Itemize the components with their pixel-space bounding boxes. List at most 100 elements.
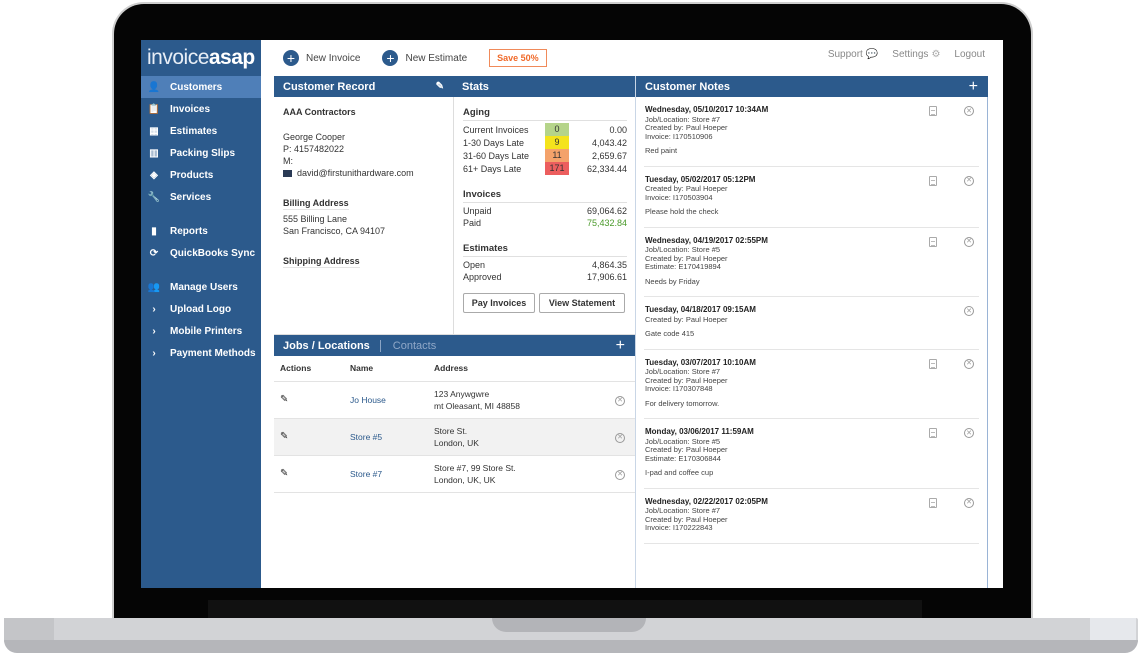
delete-note-icon[interactable]: ✕	[964, 306, 974, 316]
sidebar-item-upload-logo[interactable]: › Upload Logo	[141, 298, 261, 320]
sidebar-item-products[interactable]: ◈ Products	[141, 164, 261, 186]
sidebar-item-manage-users[interactable]: 👥 Manage Users	[141, 276, 261, 298]
delete-note-icon[interactable]: ✕	[964, 497, 974, 508]
delete-note-icon[interactable]: ✕	[964, 106, 974, 116]
note-date: Tuesday, 04/18/2017 09:15AM	[645, 305, 756, 314]
remove-circle-icon[interactable]: ✕	[615, 395, 625, 406]
approved-row: Approved 17,906.61	[463, 271, 627, 283]
paid-row: Paid 75,432.84	[463, 217, 627, 229]
aging-amount: 0.00	[609, 124, 627, 135]
job-name-cell: Store #7	[350, 455, 434, 493]
document-icon[interactable]	[929, 358, 937, 369]
approved-label: Approved	[463, 272, 502, 282]
customer-record-title-wrap: Customer Record ✎	[274, 81, 454, 93]
gear-icon: ⚙	[931, 48, 941, 60]
app-logo[interactable]: invoice asap	[141, 40, 261, 76]
paid-label: Paid	[463, 218, 482, 228]
edit-pencil-icon[interactable]: ✎	[280, 468, 288, 480]
sidebar-item-payment-methods[interactable]: › Payment Methods	[141, 342, 261, 364]
sidebar-item-reports[interactable]: ▮ Reports	[141, 220, 261, 242]
sidebar-item-quickbooks-sync[interactable]: ⟳ QuickBooks Sync	[141, 242, 261, 264]
col-actions: Actions	[274, 356, 350, 382]
open-row: Open 4,864.35	[463, 259, 627, 271]
note-text: I-pad and coffee cup	[645, 468, 714, 477]
note-meta-line: Invoice: I170503904	[645, 192, 713, 202]
sidebar-item-mobile-printers[interactable]: › Mobile Printers	[141, 320, 261, 342]
aging-count-badge: 171	[545, 162, 569, 175]
customer-details: AAA Contractors George Cooper P: 4157482…	[274, 97, 454, 334]
jobs-tabs: Jobs / Locations Contacts	[283, 339, 436, 352]
document-icon[interactable]	[929, 428, 937, 438]
app-screen: invoice asap 👤 Customers 📋 Invoices ▦ Estimate…	[141, 40, 1003, 588]
edit-pencil-icon[interactable]: ✎	[280, 431, 288, 443]
job-address-line1: 123 Anywgwre	[434, 388, 490, 399]
notes-list[interactable]: Wednesday, 05/10/2017 10:34AM Job/Locatio…	[636, 97, 988, 588]
sidebar-item-label: Manage Users	[170, 281, 238, 293]
view-statement-button[interactable]: View Statement	[539, 293, 625, 313]
aging-amount: 62,334.44	[586, 163, 627, 174]
tab-jobs-locations[interactable]: Jobs / Locations	[283, 340, 370, 352]
job-remove-cell: ✕	[605, 418, 635, 456]
document-icon[interactable]	[929, 497, 937, 508]
laptop-notch	[492, 618, 646, 632]
support-label: Support	[827, 48, 863, 60]
col-address: Address	[434, 356, 605, 382]
jobs-table: Actions Name Address ✎ Jo House 123 Anywgw…	[274, 356, 635, 493]
remove-circle-icon[interactable]: ✕	[615, 432, 625, 443]
email-link[interactable]: david@firstunithardware.com	[297, 168, 414, 178]
aging-row: 31-60 Days Late 11 2,659.67	[463, 149, 627, 162]
document-icon[interactable]	[929, 236, 937, 247]
settings-link[interactable]: Settings ⚙	[892, 49, 940, 60]
sidebar-item-customers[interactable]: 👤 Customers	[141, 76, 261, 98]
job-address-line2: London, UK, UK	[434, 474, 496, 485]
sidebar-item-estimates[interactable]: ▦ Estimates	[141, 120, 261, 142]
logout-link[interactable]: Logout	[954, 49, 985, 60]
tab-contacts[interactable]: Contacts	[393, 340, 436, 352]
job-name-link[interactable]: Jo House	[350, 395, 386, 405]
sidebar-item-label: Upload Logo	[170, 303, 232, 315]
chevron-right-icon: ›	[152, 347, 156, 359]
sidebar-item-packing-slips[interactable]: ▥ Packing Slips	[141, 142, 261, 164]
aging-list: Current Invoices 0 0.00 1-30 Days Late 9 4,04…	[463, 123, 627, 175]
sidebar-item-services[interactable]: 🔧 Services	[141, 186, 261, 208]
add-note-plus-icon[interactable]: +	[969, 78, 978, 96]
col-name: Name	[350, 356, 434, 382]
remove-circle-icon[interactable]: ✕	[615, 469, 625, 480]
note-meta-line: Invoice: I170510906	[645, 131, 713, 141]
note-text: Red paint	[645, 146, 678, 155]
new-estimate-button[interactable]: + New Estimate	[382, 50, 467, 66]
edit-pencil-icon[interactable]: ✎	[280, 394, 288, 406]
stats-actions: Pay Invoices View Statement	[463, 293, 627, 313]
sidebar-item-label: Estimates	[170, 125, 218, 137]
laptop-base-edge-right	[1090, 618, 1136, 640]
sidebar-item-label: Packing Slips	[170, 147, 236, 159]
note-item: Wednesday, 04/19/2017 02:55PM Job/Locatio…	[644, 228, 979, 297]
support-link[interactable]: Support 💬	[828, 49, 878, 60]
pay-invoices-button[interactable]: Pay Invoices	[463, 293, 535, 313]
document-icon[interactable]	[929, 175, 937, 186]
save-50-badge[interactable]: Save 50%	[489, 49, 547, 67]
job-name-link[interactable]: Store #7	[350, 469, 382, 479]
company-name: AAA Contractors	[283, 107, 356, 117]
aging-amount: 2,659.67	[591, 150, 627, 161]
aging-amount: 4,043.42	[591, 137, 627, 148]
delete-note-icon[interactable]: ✕	[964, 358, 974, 369]
email-row: david@firstunithardware.com	[283, 167, 444, 179]
aging-row: 61+ Days Late 171 62,334.44	[463, 162, 627, 175]
job-name-link[interactable]: Store #5	[350, 432, 382, 442]
col-remove	[605, 356, 635, 382]
add-job-plus-icon[interactable]: +	[616, 337, 625, 355]
packing-slips-icon: ▥	[149, 147, 159, 159]
job-address-line2: London, UK	[434, 437, 479, 448]
job-row: ✎ Store #5 Store St. London, UK ✕	[274, 418, 635, 456]
delete-note-icon[interactable]: ✕	[964, 236, 974, 247]
job-actions-cell: ✎	[274, 455, 350, 493]
delete-note-icon[interactable]: ✕	[964, 175, 974, 186]
delete-note-icon[interactable]: ✕	[964, 428, 974, 438]
job-row: ✎ Store #7 Store #7, 99 Store St. London, U…	[274, 455, 635, 493]
sidebar-item-invoices[interactable]: 📋 Invoices	[141, 98, 261, 120]
new-invoice-button[interactable]: + New Invoice	[283, 50, 360, 66]
edit-pencil-icon[interactable]: ✎	[436, 81, 444, 92]
note-meta-line: Invoice: I170307848	[645, 384, 713, 393]
document-icon[interactable]	[929, 106, 937, 116]
